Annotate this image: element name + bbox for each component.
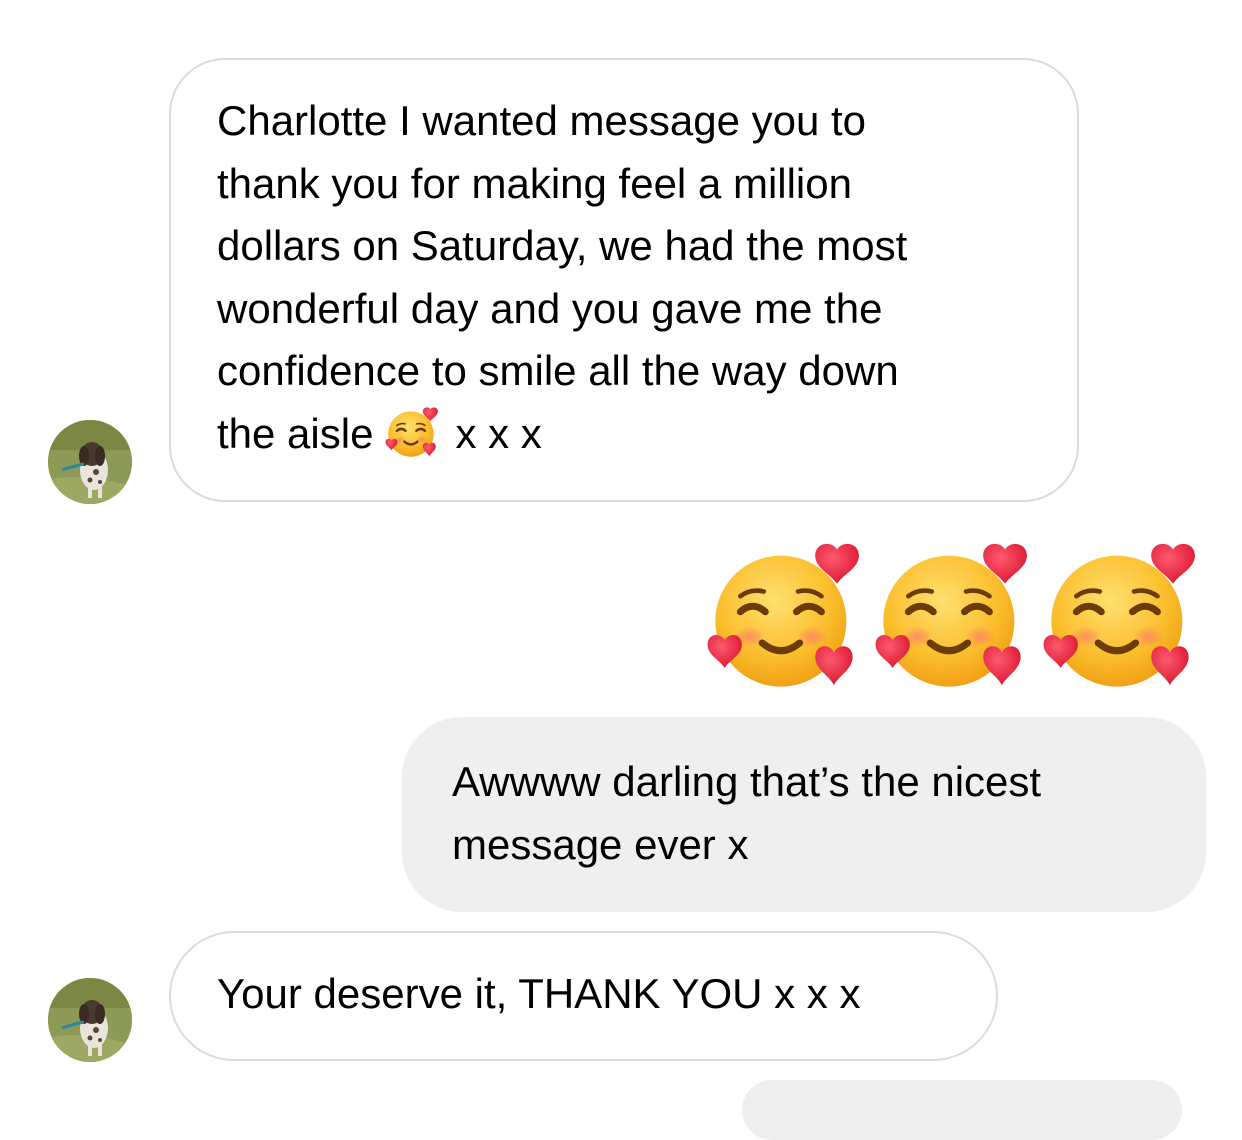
message-text: Your deserve it, THANK YOU x x x: [217, 970, 861, 1017]
outgoing-message-bubble-partial[interactable]: [742, 1080, 1182, 1140]
smiling-face-with-hearts-icon: [1042, 540, 1198, 696]
sender-avatar[interactable]: [48, 978, 132, 1062]
outgoing-message-bubble[interactable]: Awwww darling that’s the nicest message …: [402, 717, 1206, 912]
smiling-face-with-hearts-icon: [385, 406, 439, 460]
message-text-suffix: x x x: [455, 409, 542, 457]
sender-avatar[interactable]: [48, 420, 132, 504]
dog-photo-icon: [48, 420, 132, 504]
message-text: Awwww darling that’s the nicest message …: [452, 758, 1042, 868]
incoming-message-bubble[interactable]: Your deserve it, THANK YOU x x x: [169, 931, 998, 1061]
smiling-face-with-hearts-icon: [874, 540, 1030, 696]
smiling-face-with-hearts-icon: [706, 540, 862, 696]
dog-photo-icon: [48, 978, 132, 1062]
outgoing-emoji-message[interactable]: [700, 540, 1200, 696]
incoming-message-bubble[interactable]: Charlotte I wanted message you to thank …: [169, 58, 1079, 502]
message-text: Charlotte I wanted message you to thank …: [217, 97, 908, 457]
